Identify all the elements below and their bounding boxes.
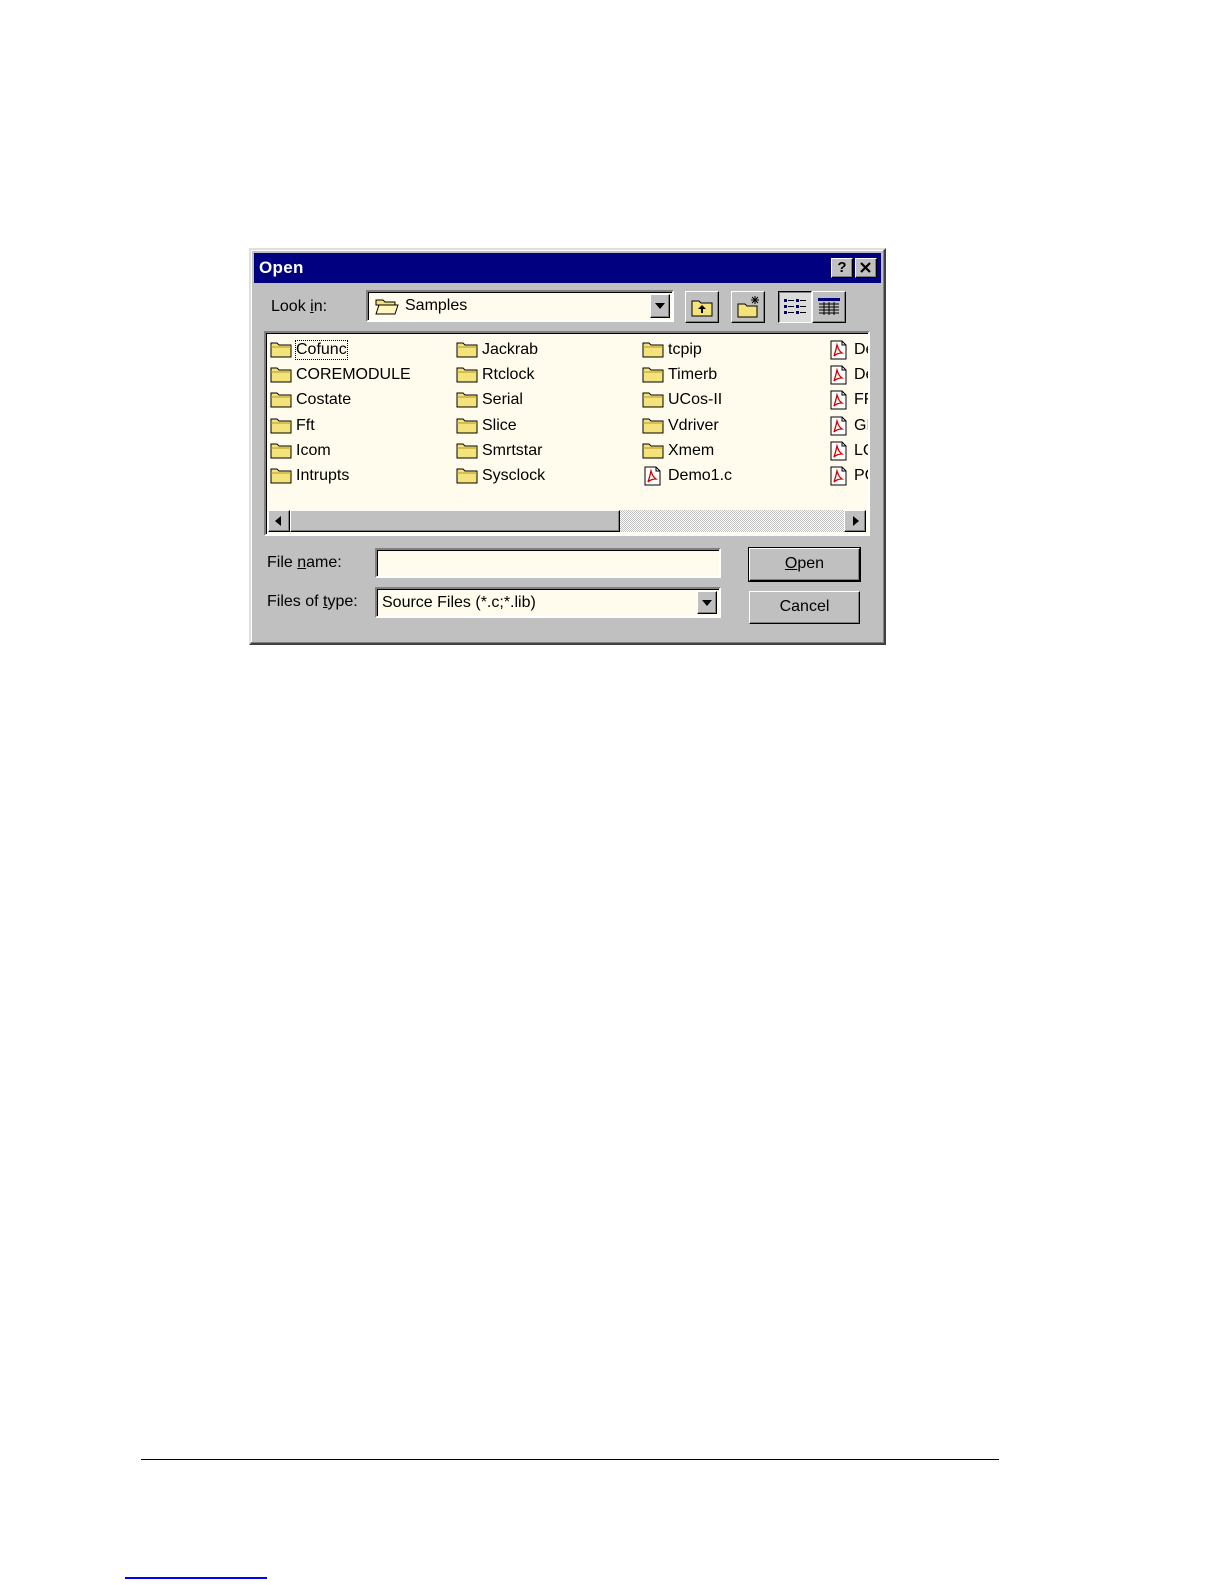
list-item-name: De [854, 341, 868, 358]
look-in-value: Samples [405, 297, 468, 314]
list-item-name: PC [854, 467, 868, 484]
help-button[interactable]: ? [831, 258, 853, 278]
folder-icon [456, 365, 478, 388]
look-in-label-post: n: [313, 298, 328, 315]
list-item-name: De [854, 366, 868, 384]
close-button[interactable] [855, 258, 877, 278]
files-of-type-label: Files of type: [267, 593, 358, 611]
folder-icon [642, 340, 664, 363]
pdf-file-icon [828, 416, 850, 441]
list-item-name: Serial [482, 391, 523, 409]
list-item-name: tcpip [668, 341, 702, 358]
folder-icon [456, 441, 478, 464]
file-name-label-key: n [297, 554, 307, 571]
list-item-name: LC [854, 441, 868, 459]
folder-icon [642, 441, 664, 464]
list-item-name: Rtclock [482, 366, 535, 384]
folder-open-icon [375, 299, 399, 315]
pdf-file-icon [828, 390, 850, 415]
new-folder-button[interactable] [731, 291, 765, 323]
file-name-label: File name: [267, 554, 342, 572]
list-view-icon [784, 299, 806, 314]
file-list-items: Cofunc COREMODULE Costate Fft Icom Intrupts Ja… [268, 335, 868, 510]
list-item-name: Fft [296, 416, 315, 434]
scroll-thumb[interactable] [290, 510, 620, 532]
footer-link-underline [125, 1577, 267, 1579]
list-item-name: Slice [482, 416, 517, 434]
files-of-type-label-post: ype: [327, 593, 358, 610]
folder-icon [456, 466, 478, 489]
pdf-file-icon [642, 466, 664, 491]
list-item-name: Smrtstar [482, 441, 543, 459]
list-view-button[interactable] [778, 291, 812, 323]
details-view-button[interactable] [812, 291, 846, 323]
list-item-name: Cofunc [295, 340, 348, 360]
files-of-type-label-pre: Files of [267, 593, 324, 610]
dialog-title: Open [259, 258, 304, 277]
horizontal-scrollbar[interactable] [268, 510, 866, 532]
file-name-label-pre: File [267, 554, 298, 571]
footer-rule [141, 1459, 999, 1460]
scroll-track[interactable] [290, 510, 844, 532]
list-item-name: Timerb [668, 366, 718, 384]
list-item-name: UCos-II [668, 391, 723, 409]
list-item-name: COREMODULE [296, 366, 411, 384]
folder-icon [642, 416, 664, 439]
look-in-dropdown[interactable]: Samples [366, 290, 674, 322]
pdf-file-icon [828, 466, 850, 491]
folder-icon [270, 340, 292, 363]
folder-icon [456, 416, 478, 439]
details-view-icon [818, 298, 840, 315]
folder-icon [270, 441, 292, 464]
cancel-button[interactable]: Cancel [749, 591, 860, 624]
folder-icon [270, 390, 292, 413]
open-button-rest: pen [797, 555, 825, 572]
folder-icon [270, 466, 292, 489]
pdf-file-icon [828, 441, 850, 466]
files-of-type-value: Source Files (*.c;*.lib) [382, 594, 536, 611]
scroll-right-button[interactable] [844, 510, 866, 532]
open-button-key: O [784, 555, 798, 572]
list-item-name: Costate [296, 391, 352, 409]
list-item-name: GL [854, 416, 868, 434]
list-item-name: FF [854, 391, 868, 409]
file-name-label-post: ame: [306, 554, 342, 571]
new-folder-icon [737, 296, 759, 318]
list-item-name: Intrupts [296, 467, 350, 484]
up-one-level-button[interactable] [685, 291, 719, 323]
files-of-type-dropdown-arrow[interactable] [697, 591, 717, 614]
list-item-name: Vdriver [668, 416, 719, 434]
file-name-input[interactable] [375, 548, 721, 578]
look-in-label-pre: Look [271, 298, 311, 315]
look-in-dropdown-arrow[interactable] [650, 294, 670, 318]
folder-up-icon [691, 300, 713, 317]
folder-icon [456, 390, 478, 413]
files-of-type-dropdown[interactable]: Source Files (*.c;*.lib) [375, 587, 721, 618]
pdf-file-icon [828, 340, 850, 365]
list-item-name: Sysclock [482, 467, 546, 484]
folder-icon [456, 340, 478, 363]
open-button[interactable]: Open [748, 547, 861, 582]
list-item-name: Xmem [668, 441, 715, 459]
look-in-label: Look in: [271, 298, 327, 316]
folder-icon [642, 365, 664, 388]
folder-icon [270, 416, 292, 439]
folder-icon [270, 365, 292, 388]
close-icon [860, 262, 871, 273]
title-bar[interactable]: Open ? [254, 253, 881, 283]
list-item-name: Icom [296, 441, 331, 459]
scroll-left-button[interactable] [268, 510, 290, 532]
folder-icon [642, 390, 664, 413]
list-item-name: Demo1.c [668, 467, 733, 484]
file-list[interactable]: Cofunc COREMODULE Costate Fft Icom Intrupts Ja… [264, 331, 870, 536]
list-item-name: Jackrab [482, 341, 539, 358]
pdf-file-icon [828, 365, 850, 390]
